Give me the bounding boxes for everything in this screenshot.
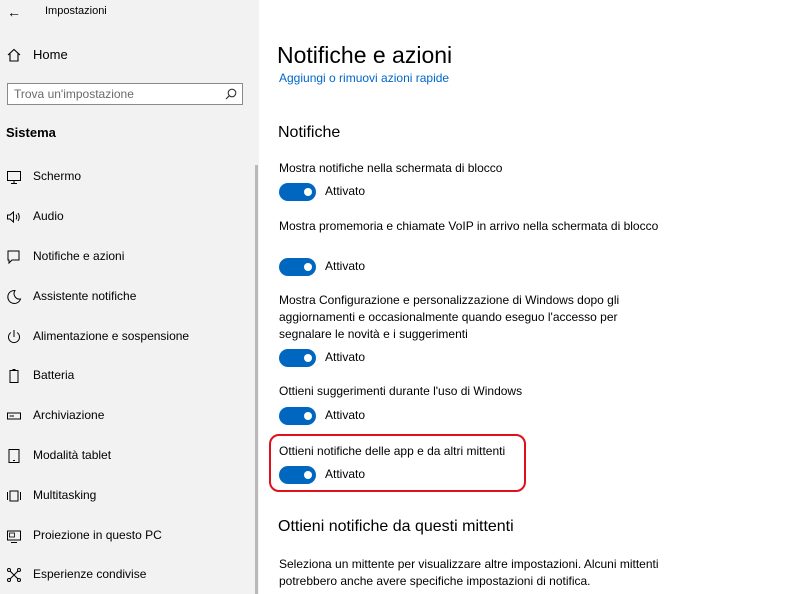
monitor-icon xyxy=(6,169,22,185)
sidebar-item-assistente[interactable]: Assistente notifiche xyxy=(0,284,255,310)
sidebar-item-esperienze[interactable]: Esperienze condivise xyxy=(0,562,255,588)
toggle-knob xyxy=(304,354,312,362)
moon-icon xyxy=(6,289,22,305)
toggle-switch[interactable] xyxy=(279,466,316,484)
tablet-icon xyxy=(6,448,22,464)
sidebar-item-label: Notifiche e azioni xyxy=(33,249,125,263)
setting-label: Mostra Configurazione e personalizzazion… xyxy=(279,293,620,341)
setting-label: Ottieni notifiche delle app e da altri m… xyxy=(279,444,506,458)
sidebar-item-label: Esperienze condivise xyxy=(33,567,147,581)
sidebar-item-alimentazione[interactable]: Alimentazione e sospensione xyxy=(0,324,255,350)
multitasking-icon xyxy=(6,488,22,504)
setting-label: Mostra notifiche nella schermata di bloc… xyxy=(279,161,503,175)
shared-icon xyxy=(6,567,22,583)
sidebar-item-label: Alimentazione e sospensione xyxy=(33,329,190,343)
toggle-knob xyxy=(304,412,312,420)
sidebar-item-schermo[interactable]: Schermo xyxy=(0,164,255,190)
toggle-state: Attivato xyxy=(325,184,366,198)
storage-icon xyxy=(6,408,22,424)
home-label: Home xyxy=(33,47,68,62)
toggle-state: Attivato xyxy=(325,408,366,422)
sidebar-item-label: Assistente notifiche xyxy=(33,289,137,303)
quick-actions-link[interactable]: Aggiungi o rimuovi azioni rapide xyxy=(279,71,449,85)
title-bar: ← Impostazioni xyxy=(0,0,259,26)
sidebar-item-label: Archiviazione xyxy=(33,408,105,422)
sidebar-item-multitasking[interactable]: Multitasking xyxy=(0,483,255,509)
search-box[interactable] xyxy=(7,83,243,105)
sidebar-scrollbar[interactable] xyxy=(255,165,258,594)
sidebar-item-batteria[interactable]: Batteria xyxy=(0,363,255,389)
toggle-switch[interactable] xyxy=(279,183,316,201)
toggle-state: Attivato xyxy=(325,467,366,481)
notification-icon xyxy=(6,249,22,265)
toggle-state: Attivato xyxy=(325,259,366,273)
back-arrow-icon[interactable]: ← xyxy=(4,2,24,22)
sidebar: ← Impostazioni Home Sistema Schermo Audi… xyxy=(0,0,259,594)
toggle-switch[interactable] xyxy=(279,258,316,276)
sidebar-item-label: Proiezione in questo PC xyxy=(33,528,162,542)
sidebar-item-label: Batteria xyxy=(33,368,75,382)
projection-icon xyxy=(6,528,22,544)
main-content: Notifiche e azioni Aggiungi o rimuovi az… xyxy=(259,0,810,594)
senders-description: Seleziona un mittente per visualizzare a… xyxy=(279,557,659,588)
sidebar-item-label: Modalità tablet xyxy=(33,448,112,462)
toggle-knob xyxy=(304,263,312,271)
setting-label: Ottieni suggerimenti durante l'uso di Wi… xyxy=(279,384,523,398)
speaker-icon xyxy=(6,209,22,225)
sidebar-item-notifiche[interactable]: Notifiche e azioni xyxy=(0,244,255,270)
page-title: Notifiche e azioni xyxy=(277,42,453,68)
sidebar-item-proiezione[interactable]: Proiezione in questo PC xyxy=(0,523,255,549)
sidebar-item-label: Multitasking xyxy=(33,488,97,502)
power-icon xyxy=(6,329,22,345)
home-nav-item[interactable]: Home xyxy=(0,44,259,68)
section-title-system: Sistema xyxy=(6,125,56,140)
sidebar-item-archiviazione[interactable]: Archiviazione xyxy=(0,403,255,429)
app-title: Impostazioni xyxy=(45,5,107,17)
battery-icon xyxy=(6,368,22,384)
home-icon xyxy=(6,47,22,68)
toggle-state: Attivato xyxy=(325,350,366,364)
notifications-heading: Notifiche xyxy=(278,124,341,141)
toggle-knob xyxy=(304,471,312,479)
sidebar-item-label: Schermo xyxy=(33,169,82,183)
toggle-switch[interactable] xyxy=(279,407,316,425)
scrollbar-thumb[interactable] xyxy=(255,165,258,594)
sidebar-item-tablet[interactable]: Modalità tablet xyxy=(0,443,255,469)
toggle-switch[interactable] xyxy=(279,349,316,367)
toggle-knob xyxy=(304,188,312,196)
search-input[interactable] xyxy=(14,87,214,101)
senders-heading: Ottieni notifiche da questi mittenti xyxy=(278,518,514,535)
sidebar-item-label: Audio xyxy=(33,209,64,223)
setting-label: Mostra promemoria e chiamate VoIP in arr… xyxy=(279,219,659,233)
sidebar-item-audio[interactable]: Audio xyxy=(0,204,255,230)
search-icon[interactable] xyxy=(224,87,238,106)
